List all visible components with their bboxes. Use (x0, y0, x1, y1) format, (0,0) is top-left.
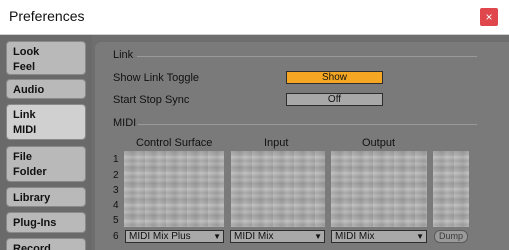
tab-label: Record (13, 243, 51, 250)
title-bar: Preferences × (0, 0, 509, 35)
link-section-title: Link (113, 49, 134, 61)
tab-library[interactable]: Library (6, 187, 86, 207)
tab-label: Feel (13, 61, 36, 73)
input-rows-blurred[interactable] (231, 151, 325, 227)
chevron-down-icon: ▼ (416, 232, 424, 241)
output-value: MIDI Mix (335, 231, 375, 242)
tab-record[interactable]: Record (6, 238, 86, 250)
chevron-down-icon: ▼ (213, 232, 221, 241)
input-value: MIDI Mix (234, 231, 274, 242)
start-stop-sync-label: Start Stop Sync (113, 94, 190, 106)
row-number: 4 (113, 200, 119, 211)
link-divider (137, 56, 477, 57)
tab-label: Audio (13, 84, 45, 96)
tab-label: Look (13, 46, 40, 58)
tab-label: Library (13, 192, 51, 204)
dump-rows-blurred[interactable] (433, 151, 469, 227)
tab-label: File (13, 151, 32, 163)
row-number: 2 (113, 170, 119, 181)
close-button[interactable]: × (480, 8, 498, 26)
row-number: 5 (113, 215, 119, 226)
row-number: 1 (113, 154, 119, 165)
show-link-toggle-button[interactable]: Show (286, 71, 383, 84)
chevron-down-icon: ▼ (314, 232, 322, 241)
control-surface-value: MIDI Mix Plus (129, 231, 191, 242)
tab-label: Link (13, 109, 36, 121)
control-surface-select[interactable]: MIDI Mix Plus ▼ (125, 230, 224, 243)
tab-audio[interactable]: Audio (6, 79, 86, 99)
tab-look-feel[interactable]: Look Feel (6, 41, 86, 75)
window-title: Preferences (9, 8, 85, 24)
tab-label: Folder (13, 166, 47, 178)
tab-label: MIDI (13, 124, 37, 136)
tab-link-midi[interactable]: Link MIDI (6, 104, 86, 140)
start-stop-sync-button[interactable]: Off (286, 93, 383, 106)
dump-button[interactable]: Dump (434, 230, 468, 243)
tab-label: Plug-Ins (13, 217, 57, 229)
input-select[interactable]: MIDI Mix ▼ (230, 230, 325, 243)
row-number: 3 (113, 185, 119, 196)
output-select[interactable]: MIDI Mix ▼ (331, 230, 427, 243)
control-surface-header: Control Surface (136, 137, 213, 149)
tab-plug-ins[interactable]: Plug-Ins (6, 212, 86, 233)
preferences-window: Preferences × Look Feel Audio Link MIDI … (0, 0, 509, 250)
midi-divider (138, 124, 477, 125)
tab-file-folder[interactable]: File Folder (6, 146, 86, 182)
control-surface-rows-blurred[interactable] (124, 151, 224, 227)
input-header: Input (264, 137, 289, 149)
preferences-sidebar: Look Feel Audio Link MIDI File Folder Li… (0, 35, 92, 250)
midi-section-title: MIDI (113, 117, 137, 129)
output-header: Output (362, 137, 396, 149)
show-link-toggle-label: Show Link Toggle (113, 72, 200, 84)
output-rows-blurred[interactable] (331, 151, 427, 227)
row-number: 6 (113, 231, 119, 242)
